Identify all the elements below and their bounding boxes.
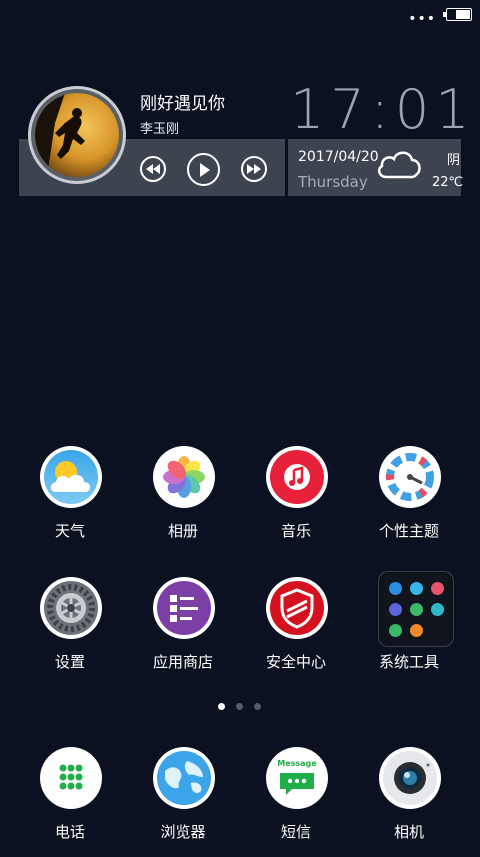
song-artist: 李玉刚 <box>140 122 180 137</box>
app-label: 音乐 <box>280 522 311 540</box>
previous-button[interactable] <box>140 156 166 182</box>
app-settings[interactable]: 设置 <box>20 577 120 687</box>
app-store-icon <box>153 577 215 639</box>
weather-date: 2017/04/20 <box>298 149 379 165</box>
app-label: 天气 <box>54 522 85 540</box>
settings-gear-icon <box>40 577 102 639</box>
dock-messages[interactable]: Message 短信 <box>246 747 346 857</box>
globe-icon <box>153 747 215 809</box>
album-art[interactable] <box>28 86 126 184</box>
next-button[interactable] <box>241 156 267 182</box>
dock-browser[interactable]: 浏览器 <box>133 747 233 857</box>
app-photos[interactable]: 相册 <box>133 446 233 556</box>
app-label: 个性主题 <box>378 522 439 540</box>
photos-icon <box>153 446 215 508</box>
weather-condition: 阴 <box>447 153 461 168</box>
play-icon <box>199 162 210 177</box>
page-dot-2[interactable] <box>236 703 243 710</box>
folder-system-tools[interactable]: 系统工具 <box>359 571 459 687</box>
app-label: 系统工具 <box>378 653 439 671</box>
cloudy-icon <box>377 151 421 179</box>
song-title: 刚好遇见你 <box>140 94 225 114</box>
status-bar: ••• <box>0 0 480 28</box>
music-note-icon <box>266 446 328 508</box>
theme-palette-icon <box>379 446 441 508</box>
app-label: 安全中心 <box>265 653 326 671</box>
app-label: 电话 <box>54 823 85 841</box>
page-dot-1[interactable] <box>218 703 225 710</box>
message-bubble-icon: Message <box>266 747 328 809</box>
app-label: 短信 <box>280 823 311 841</box>
rewind-icon <box>146 164 160 174</box>
app-label: 设置 <box>54 653 85 671</box>
fast-forward-icon <box>247 164 261 174</box>
app-security-center[interactable]: 安全中心 <box>246 577 346 687</box>
play-button[interactable] <box>187 153 220 186</box>
shield-icon <box>266 577 328 639</box>
camera-lens-icon <box>379 747 441 809</box>
weather-temperature: 22℃ <box>432 175 464 190</box>
phone-keypad-icon <box>40 747 102 809</box>
app-weather[interactable]: 天气 <box>20 446 120 556</box>
app-label: 浏览器 <box>160 823 206 841</box>
page-dot-3[interactable] <box>254 703 261 710</box>
status-menu-dots: ••• <box>408 11 436 27</box>
clock-time[interactable]: 17:01 <box>290 78 470 141</box>
app-label: 应用商店 <box>152 653 213 671</box>
dock-phone[interactable]: 电话 <box>20 747 120 857</box>
folder-icon <box>378 571 454 647</box>
battery-icon <box>443 8 472 21</box>
app-themes[interactable]: 个性主题 <box>359 446 459 556</box>
app-store[interactable]: 应用商店 <box>133 577 233 687</box>
weather-weekday: Thursday <box>298 173 368 191</box>
app-label: 相机 <box>393 823 424 841</box>
message-icon-text: Message <box>277 759 317 768</box>
dock-camera[interactable]: 相机 <box>359 747 459 857</box>
app-label: 相册 <box>167 522 198 540</box>
app-music[interactable]: 音乐 <box>246 446 346 556</box>
weather-app-icon <box>40 446 102 508</box>
